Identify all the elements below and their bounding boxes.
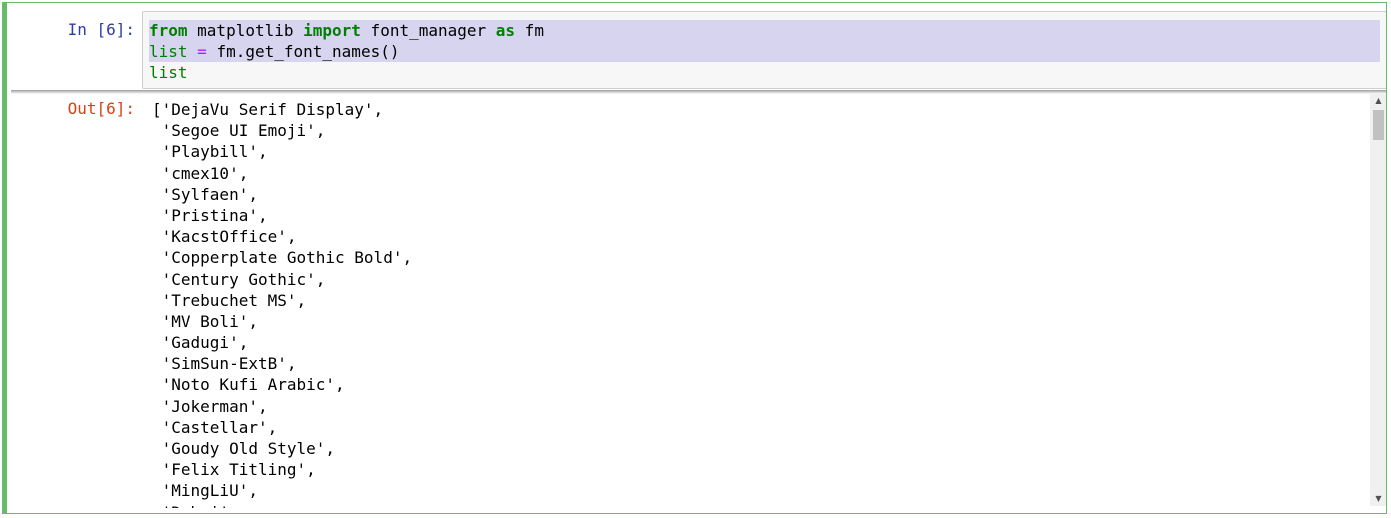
output-line: 'Gadugi', [152, 333, 249, 353]
output-line: 'Sylfaen', [152, 184, 258, 204]
output-line: 'Castellar', [152, 417, 278, 437]
code-editor[interactable]: from matplotlib import font_manager as f… [142, 11, 1386, 89]
output-line: 'Segoe UI Emoji', [152, 121, 326, 141]
scroll-down-icon[interactable]: ▼ [1370, 492, 1386, 506]
keyword-import: import [303, 21, 361, 40]
code-token: matplotlib [187, 21, 304, 40]
scrollbar-thumb[interactable] [1373, 110, 1384, 140]
output-line: 'SimSun-ExtB', [152, 354, 297, 374]
output-line: 'Copperplate Gothic Bold', [152, 248, 413, 268]
output-line: 'Century Gothic', [152, 269, 326, 289]
output-line: ['DejaVu Serif Display', [152, 100, 384, 119]
output-line: 'Dubai', [152, 502, 412, 508]
code-token: fm [515, 21, 544, 40]
output-line: 'Playbill', [152, 142, 268, 162]
output-line: 'cmex10', [152, 163, 249, 183]
output-area[interactable]: ['DejaVu Serif Display', 'Segoe UI Emoji… [11, 90, 1386, 508]
code-line-1: from matplotlib import font_manager as f… [149, 20, 1380, 41]
code-line-2: list = fm.get_font_names() [149, 41, 1380, 62]
scroll-up-icon[interactable]: ▲ [1370, 94, 1386, 108]
output-line: 'KacstOffice', [152, 227, 297, 247]
output-line: 'Felix Titling', [152, 460, 316, 480]
output-line: 'Jokerman', [152, 396, 268, 416]
output-line: 'Noto Kufi Arabic', [152, 375, 345, 395]
code-variable: list [149, 63, 188, 82]
code-cell[interactable]: In [6]: from matplotlib import font_mana… [2, 2, 1387, 514]
input-prompt: In [6]: [67, 20, 135, 39]
code-variable: list [149, 42, 188, 61]
output-line: 'MingLiU', [152, 481, 258, 501]
keyword-from: from [149, 21, 188, 40]
output-scrollbar[interactable]: ▲ ▼ [1370, 94, 1386, 506]
output-line: 'Pristina', [152, 205, 268, 225]
output-line: 'Goudy Old Style', [152, 439, 336, 458]
code-token: font_manager [360, 21, 496, 40]
code-text[interactable]: from matplotlib import font_manager as f… [149, 20, 1380, 83]
code-line-3: list [149, 62, 1380, 83]
output-line: 'Trebuchet MS', [152, 290, 307, 310]
code-operator: = [197, 42, 207, 61]
keyword-as: as [495, 21, 516, 40]
output-scroll-shadow [11, 90, 1386, 94]
output-line: 'MV Boli', [152, 311, 258, 331]
code-token: fm.get_font_names() [206, 42, 400, 61]
output-text: ['DejaVu Serif Display', 'Segoe UI Emoji… [152, 99, 412, 508]
